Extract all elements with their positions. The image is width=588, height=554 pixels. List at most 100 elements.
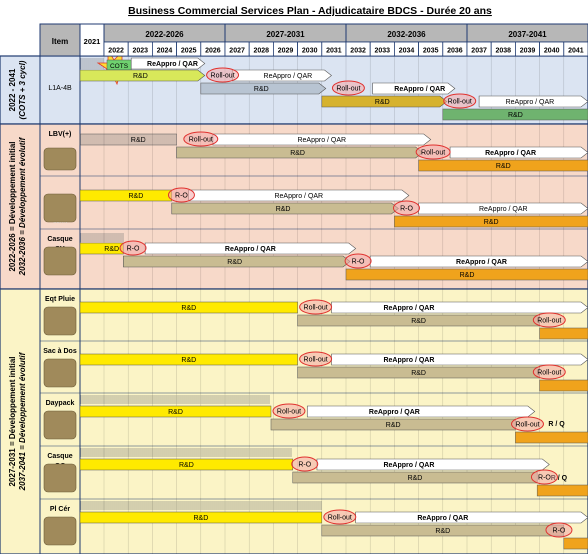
item-photo xyxy=(43,410,77,440)
year-header: 2041 xyxy=(568,48,584,55)
bar-label: R&D xyxy=(484,219,499,226)
bar-label: R&D xyxy=(276,206,291,213)
item-photo xyxy=(43,193,77,223)
bar-reappro xyxy=(306,405,536,418)
bar-label: Roll-out xyxy=(211,73,235,80)
item-photo xyxy=(43,246,77,276)
year-header: 2026 xyxy=(205,48,221,55)
bar-rd xyxy=(79,189,173,202)
bar-reappro xyxy=(331,301,588,314)
section-label: 2027-2031 = Développement initial xyxy=(8,356,17,486)
bar-label: COTS xyxy=(110,63,129,70)
bar-label: R&D xyxy=(290,150,305,157)
bar-label: ReAppro / QAR xyxy=(264,73,313,80)
bar-label: R&D xyxy=(496,163,511,170)
year-header: 2033 xyxy=(375,48,391,55)
year-header: 2028 xyxy=(254,48,270,55)
section-label: 2037-2041 = Développement évolutif xyxy=(18,351,27,491)
bar-label: R&D xyxy=(194,515,209,522)
bar-label: Roll-out xyxy=(515,422,539,429)
bar-label: ReAppro / QAR xyxy=(485,150,536,157)
bar-label: Roll-out xyxy=(304,357,328,364)
row-label: Pl Cér xyxy=(50,506,71,513)
bar-rd-next xyxy=(536,484,588,497)
bar-rd-next xyxy=(563,537,588,550)
bar-label: R&D xyxy=(104,246,119,253)
bar-label: R&D xyxy=(408,475,423,482)
bar-label: R-O xyxy=(538,475,551,482)
bar-label: ReAppro / QAR xyxy=(479,206,528,213)
bar-label: R&D xyxy=(508,112,523,119)
item-photo xyxy=(43,516,77,546)
item-photo xyxy=(43,463,77,493)
item-header: Item xyxy=(52,37,68,46)
year-header: 2037 xyxy=(471,48,487,55)
row-label: Casque xyxy=(47,236,72,243)
row-label: Casque xyxy=(47,453,72,460)
bar-label: Roll-out xyxy=(277,409,301,416)
bar-label: R&D xyxy=(133,73,148,80)
period-header: 2027-2031 xyxy=(266,30,305,39)
bar-label: ReAppro / QAR xyxy=(456,259,507,266)
bar-rd-next xyxy=(539,379,588,392)
year-header: 2024 xyxy=(157,48,173,55)
year-header: 2025 xyxy=(181,48,197,55)
year-header: 2036 xyxy=(447,48,463,55)
year-header: 2035 xyxy=(423,48,439,55)
bar-label: ReAppro / QAR xyxy=(394,86,445,93)
bar-label: ReAppro / QAR xyxy=(417,515,468,522)
bar-label: Roll-out xyxy=(448,99,472,106)
row-label: LBV(+) xyxy=(49,131,72,138)
bar-label: ReAppro / QAR xyxy=(383,357,434,364)
bar-label: R-O xyxy=(553,528,566,535)
section-label: 2032-2036 = Développement évolutif xyxy=(18,136,27,276)
bar-label: R&D xyxy=(168,409,183,416)
bar-label: R&D xyxy=(179,462,194,469)
bar-label: R-O xyxy=(298,462,311,469)
year-header: 2022 xyxy=(108,48,124,55)
row-label: L1A-4B xyxy=(48,85,72,92)
section-label: 2022 - 2041 xyxy=(8,68,17,111)
section-label: (COTS + 3 cycl) xyxy=(18,60,27,119)
bar-reappro xyxy=(331,353,588,366)
year-header: 2023 xyxy=(133,48,149,55)
bar-rd-next xyxy=(539,327,588,340)
year-header: 2032 xyxy=(350,48,366,55)
item-photo xyxy=(43,147,77,171)
bar-label: ReAppro / QAR xyxy=(369,409,420,416)
bar-label: R&D xyxy=(131,137,146,144)
section-label: 2022-2026 = Développement initial xyxy=(8,141,17,271)
bar-label: ReAppro / QAR xyxy=(297,137,346,144)
year-header: 2034 xyxy=(399,48,415,55)
bar-label: R&D xyxy=(375,99,390,106)
bar-label: R-O xyxy=(352,259,365,266)
gantt-chart: Business Commercial Services Plan - Adju… xyxy=(0,5,588,554)
bar-label: R-O xyxy=(400,206,413,213)
bar-label: R&D xyxy=(411,370,426,377)
bar-label: R&D xyxy=(435,528,450,535)
bar-label: Roll-out xyxy=(537,318,561,325)
bar-label: Roll-out xyxy=(328,515,352,522)
header: Item 2021 2022-2026 2027-2031 2032-2036 2037-… xyxy=(39,23,588,57)
bar-label: Roll-out xyxy=(421,150,445,157)
bar-label: R-O xyxy=(175,193,188,200)
bar-reappro xyxy=(355,511,588,524)
item-photo xyxy=(43,358,77,388)
period-header: 2032-2036 xyxy=(387,30,426,39)
bar-label: R&D xyxy=(181,357,196,364)
bar-label: ReAppro / QAR xyxy=(147,61,198,68)
period-header: 2022-2026 xyxy=(145,30,184,39)
bar-label: ReAppro / QAR xyxy=(383,462,434,469)
bar-label: Roll-out xyxy=(304,305,328,312)
bar-label: R&D xyxy=(386,422,401,429)
bar-label: R / Q xyxy=(548,421,565,428)
bar-label: R&D xyxy=(128,193,143,200)
bar-label: R&D xyxy=(181,305,196,312)
bar-label: ReAppro / QAR xyxy=(506,99,555,106)
row-label: Daypack xyxy=(46,400,75,407)
item-photo xyxy=(43,306,77,336)
period-header: 2037-2041 xyxy=(508,30,547,39)
bar-rd-next xyxy=(515,431,588,444)
bar-label: ReAppro / QAR xyxy=(383,305,434,312)
bar-label: R&D xyxy=(411,318,426,325)
